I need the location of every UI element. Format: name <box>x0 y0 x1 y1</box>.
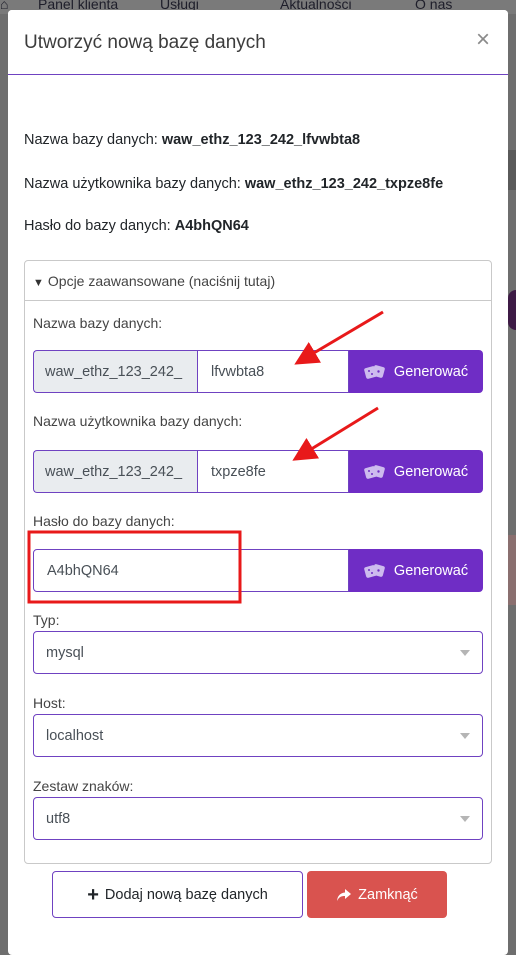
db-password-input[interactable]: A4bhQN64 <box>33 549 349 592</box>
share-arrow-icon <box>337 888 352 901</box>
caret-down-icon <box>460 733 470 739</box>
triangle-down-icon: ▼ <box>33 277 44 289</box>
db-user-input-group: waw_ethz_123_242_ txpze8fe Generować <box>33 450 483 493</box>
type-select[interactable]: mysql <box>33 631 483 674</box>
close-modal-button[interactable]: Zamknąć <box>307 871 447 918</box>
close-modal-label: Zamknąć <box>358 886 418 903</box>
host-select-value: localhost <box>46 728 104 744</box>
close-icon[interactable]: × <box>476 28 490 52</box>
plus-icon: + <box>87 883 99 906</box>
db-name-input[interactable]: lfvwbta8 <box>197 350 349 393</box>
add-database-label: Dodaj nową bazę danych <box>104 886 268 903</box>
info-db-password-label: Hasło do bazy danych: <box>24 218 171 234</box>
info-db-user: Nazwa użytkownika bazy danych: waw_ethz_… <box>24 176 443 192</box>
caret-down-icon <box>460 650 470 656</box>
info-db-password-value: A4bhQN64 <box>174 218 249 234</box>
type-label: Typ: <box>33 612 60 628</box>
info-db-user-label: Nazwa użytkownika bazy danych: <box>24 176 241 192</box>
generate-db-name-label: Generować <box>393 363 469 380</box>
db-password-label: Hasło do bazy danych: <box>33 513 175 529</box>
create-database-modal: Utworzyć nową bazę danych × Nazwa bazy d… <box>8 10 508 955</box>
generate-db-name-button[interactable]: Generować <box>349 350 483 393</box>
charset-select-value: utf8 <box>46 811 71 827</box>
dice-icon <box>364 563 385 578</box>
background-strip <box>508 290 516 330</box>
caret-down-icon <box>460 816 470 822</box>
host-select[interactable]: localhost <box>33 714 483 757</box>
dice-icon <box>364 364 385 379</box>
background-strip <box>508 535 516 605</box>
charset-select[interactable]: utf8 <box>33 797 483 840</box>
generate-db-user-label: Generować <box>393 463 469 480</box>
home-icon: ⌂ <box>0 0 9 12</box>
generate-db-user-button[interactable]: Generować <box>349 450 483 493</box>
generate-db-password-button[interactable]: Generować <box>349 549 483 592</box>
info-db-password: Hasło do bazy danych: A4bhQN64 <box>24 218 249 234</box>
modal-title: Utworzyć nową bazę danych <box>24 32 266 53</box>
advanced-options-panel: ▼ Opcje zaawansowane (naciśnij tutaj) Naz… <box>24 260 492 864</box>
db-user-input[interactable]: txpze8fe <box>197 450 349 493</box>
db-name-label: Nazwa bazy danych: <box>33 315 163 331</box>
info-db-name: Nazwa bazy danych: waw_ethz_123_242_lfvw… <box>24 132 360 148</box>
info-db-name-value: waw_ethz_123_242_lfvwbta8 <box>161 132 361 148</box>
generate-db-password-label: Generować <box>393 562 469 579</box>
advanced-options-label: Opcje zaawansowane (naciśnij tutaj) <box>47 273 276 289</box>
info-db-name-label: Nazwa bazy danych: <box>24 132 158 148</box>
advanced-options-toggle[interactable]: ▼ Opcje zaawansowane (naciśnij tutaj) <box>25 261 491 301</box>
db-user-prefix: waw_ethz_123_242_ <box>33 450 197 493</box>
info-db-user-value: waw_ethz_123_242_txpze8fe <box>244 176 444 192</box>
dice-icon <box>364 464 385 479</box>
host-label: Host: <box>33 695 66 711</box>
charset-label: Zestaw znaków: <box>33 778 134 794</box>
modal-header: Utworzyć nową bazę danych × <box>8 10 508 75</box>
type-select-value: mysql <box>46 645 84 661</box>
db-user-label: Nazwa użytkownika bazy danych: <box>33 413 243 429</box>
add-database-button[interactable]: + Dodaj nową bazę danych <box>52 871 303 918</box>
db-name-prefix: waw_ethz_123_242_ <box>33 350 197 393</box>
background-strip <box>508 150 516 190</box>
db-name-input-group: waw_ethz_123_242_ lfvwbta8 Generować <box>33 350 483 393</box>
db-password-input-group: A4bhQN64 Generować <box>33 549 483 592</box>
